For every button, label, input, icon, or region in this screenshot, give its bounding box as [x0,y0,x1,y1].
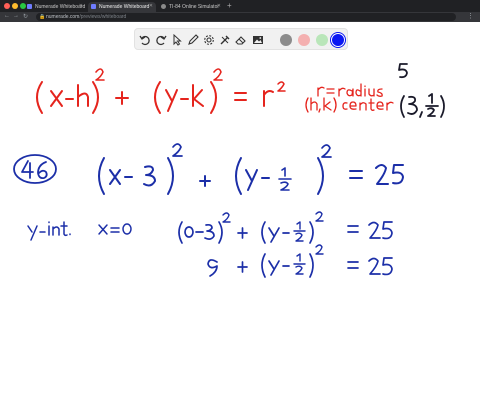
problem-equation [98,143,404,195]
whiteboard-ink [13,63,445,278]
x-equals-zero [98,223,132,235]
problem-number-circled [13,154,57,184]
work-step-1 [178,211,393,244]
formula-notes [305,83,394,113]
work-step-2 [207,244,393,278]
y-intercept-label [27,221,71,241]
circle-formula [36,68,286,114]
given-values [398,63,445,118]
